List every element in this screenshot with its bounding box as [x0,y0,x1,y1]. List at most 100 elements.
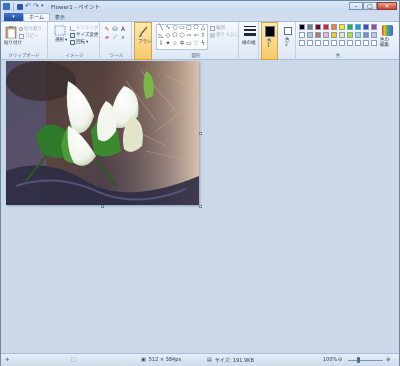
cut-button[interactable]: 切り取り [19,26,42,32]
ribbon-tabs: ▾ ホーム 表示 [1,12,399,21]
close-button[interactable]: ✕ [377,2,397,10]
polygon-shape-icon[interactable]: ⬠ [193,25,199,31]
palette-swatch[interactable] [299,24,305,30]
customize-quick-access-icon[interactable]: ▾ [41,3,47,10]
resize-handle-right[interactable] [199,132,202,135]
paste-button[interactable] [5,25,17,41]
text-tool-icon[interactable]: A [120,27,126,33]
oval-shape-icon[interactable]: ○ [172,25,178,31]
lightning-shape-icon[interactable]: ϟ [200,41,206,47]
palette-swatch[interactable] [339,24,345,30]
palette-swatch[interactable] [331,32,337,38]
outline-icon [210,25,215,31]
heart-shape-icon[interactable]: ♡ [193,41,199,47]
eraser-icon[interactable]: ▰ [104,35,110,41]
selection-size-icon: ⬚ [71,357,76,363]
fill-label: 塗りつぶし [216,33,239,38]
palette-swatch[interactable] [355,40,361,46]
left-arrow-shape-icon[interactable]: ⇦ [193,33,199,39]
right-triangle-shape-icon[interactable]: ◺ [158,33,164,39]
right-arrow-shape-icon[interactable]: ⇨ [186,33,192,39]
palette-swatch[interactable] [363,24,369,30]
paint-app-icon[interactable] [3,3,10,10]
palette-swatch[interactable] [315,32,321,38]
palette-swatch[interactable] [323,40,329,46]
zoom-slider-thumb[interactable] [357,357,360,363]
line-shape-icon[interactable]: ╲ [158,25,164,31]
palette-swatch[interactable] [307,40,313,46]
zoom-in-button[interactable]: ⊕ [386,357,390,363]
magnifier-icon[interactable]: ⌕ [120,35,126,41]
palette-swatch[interactable] [299,32,305,38]
resize-button[interactable]: サイズ変更 [70,32,98,38]
palette-swatch[interactable] [315,24,321,30]
undo-icon[interactable]: ↶ [25,3,31,10]
palette-swatch[interactable] [363,32,369,38]
palette-swatch[interactable] [339,32,345,38]
palette-swatch[interactable] [331,40,337,46]
palette-swatch[interactable] [347,24,353,30]
palette-swatch[interactable] [307,24,313,30]
outline-button[interactable]: 輪郭 [210,25,225,31]
maximize-button[interactable]: □ [363,2,377,10]
rotate-button[interactable]: 回転 ▾ [70,39,88,45]
tab-view[interactable]: 表示 [50,13,70,21]
palette-swatch[interactable] [371,40,377,46]
palette-swatch[interactable] [307,32,313,38]
palette-swatch[interactable] [355,24,361,30]
four-point-star-shape-icon[interactable]: ✦ [165,41,171,47]
palette-swatch[interactable] [339,40,345,46]
canvas-image[interactable] [6,61,199,205]
hexagon-shape-icon[interactable]: ⬡ [179,33,185,39]
zoom-out-button[interactable]: ⊖ [338,357,342,363]
palette-swatch[interactable] [315,40,321,46]
brushes-button[interactable]: ブラシ [134,22,152,60]
tab-view-label: 表示 [54,14,65,21]
palette-swatch[interactable] [331,24,337,30]
palette-swatch[interactable] [355,32,361,38]
copy-button[interactable]: コピー [19,33,39,39]
redo-icon[interactable]: ↷ [33,3,39,10]
canvas-area[interactable] [1,60,399,353]
zoom-slider-track[interactable] [348,360,383,361]
triangle-shape-icon[interactable]: △ [200,25,206,31]
curve-shape-icon[interactable]: ∿ [165,25,171,31]
tab-home[interactable]: ホーム [23,13,50,21]
tools-group: ✎ ⛁ A ▰ ⟋ ⌕ ツール [102,22,132,60]
color1-button[interactable]: 色 1 [261,22,278,60]
pentagon-shape-icon[interactable]: ⬠ [172,33,178,39]
palette-swatch[interactable] [323,32,329,38]
down-arrow-shape-icon[interactable]: ⇩ [158,41,164,47]
palette-swatch[interactable] [363,40,369,46]
file-menu-button[interactable]: ▾ [4,13,23,21]
crop-button[interactable]: トリミング [70,25,99,31]
palette-swatch[interactable] [371,32,377,38]
status-bar: ✛ ⬚ ▣ 512 × 384px ▤ サイズ: 191.9KB 100% ⊖ … [1,353,399,366]
palette-swatch[interactable] [371,24,377,30]
palette-swatch[interactable] [347,40,353,46]
minimize-button[interactable]: – [349,2,363,10]
zoom-level-text: 100% [323,357,338,363]
resize-handle-corner[interactable] [199,205,202,208]
rectangle-shape-icon[interactable]: ▭ [179,25,185,31]
color-picker-icon[interactable]: ⟋ [112,35,118,41]
select-label-wrap: 選択 ▾ [55,37,67,44]
fill-button[interactable]: 塗りつぶし [210,32,239,38]
five-point-star-shape-icon[interactable]: ☆ [172,41,178,47]
pencil-icon[interactable]: ✎ [104,27,110,33]
size-button[interactable]: 線の幅 [241,22,259,60]
rounded-rectangle-shape-icon[interactable]: ▢ [186,25,192,31]
callout-shape-icon[interactable]: ▭ [186,41,192,47]
fill-bucket-icon[interactable]: ⛁ [112,27,118,33]
resize-handle-bottom[interactable] [101,205,104,208]
color2-button[interactable]: 色 2 [280,22,296,60]
palette-swatch[interactable] [299,40,305,46]
edit-colors-button[interactable]: 色の 編集 [378,22,398,60]
rotate-icon [70,39,75,45]
palette-swatch[interactable] [323,24,329,30]
palette-swatch[interactable] [347,32,353,38]
six-point-star-shape-icon[interactable]: ✡ [179,41,185,47]
save-icon[interactable] [17,3,23,10]
diamond-shape-icon[interactable]: ◇ [165,33,171,39]
up-arrow-shape-icon[interactable]: ⇧ [200,33,206,39]
